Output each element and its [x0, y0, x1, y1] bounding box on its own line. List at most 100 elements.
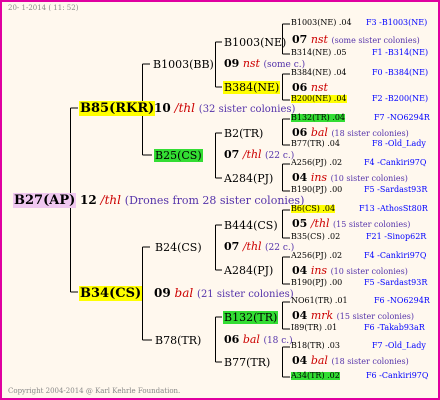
- gen4-top-sire: F0 -B384(NE): [372, 68, 429, 77]
- gen3-queen-d2[interactable]: B77(TR): [223, 356, 271, 369]
- gen4-bottom-sire: F21 -Sinop62R: [366, 232, 427, 241]
- gen3-queen-a2[interactable]: B384(NE): [223, 81, 281, 94]
- gen4-year: 06: [292, 126, 308, 139]
- gen4-year: 04: [292, 309, 308, 322]
- gen2-c-mating-info: 07 /thl (22 c.): [224, 241, 294, 253]
- gen4-bottom-sire: F2 -B200(NE): [372, 94, 429, 103]
- gen4-note: (some sister colonies): [331, 36, 420, 45]
- gen3-queen-c2[interactable]: A284(PJ): [223, 264, 274, 277]
- gen3-queen-c1[interactable]: B444(CS): [223, 219, 279, 232]
- gen4-note: (15 sister colonies): [333, 220, 411, 229]
- gen2-queen-d[interactable]: B78(TR): [154, 334, 202, 347]
- gen4-bottom-queen[interactable]: B200(NE) .04: [291, 95, 347, 103]
- gen4-year: 04: [292, 354, 308, 367]
- gen4-station: nst: [310, 33, 328, 46]
- gen4-year: 06: [292, 81, 308, 94]
- gen4-mating-info: 07 nst (some sister colonies): [292, 34, 420, 45]
- gen4-top-sire: F7 -NO6294R: [374, 113, 430, 122]
- gen4-top-queen[interactable]: B384(NE) .04: [291, 69, 347, 77]
- gen2-b-note: (22 c.): [265, 151, 295, 161]
- dam-sister-note: (21 sister colonies): [197, 289, 294, 300]
- sire-mating-info: 10 /thl (32 sister colonies): [154, 102, 295, 115]
- gen2-b-station: /thl: [242, 148, 262, 161]
- gen4-station: mrk: [310, 309, 334, 322]
- gen4-bottom-queen[interactable]: B77(TR) .04: [291, 140, 340, 148]
- gen3-queen-b2[interactable]: A284(PJ): [223, 172, 274, 185]
- gen4-top-queen[interactable]: A256(PJ) .02: [291, 159, 342, 167]
- gen4-bottom-queen[interactable]: B314(NE) .05: [291, 49, 347, 57]
- gen4-bottom-queen[interactable]: B35(CS) .02: [291, 233, 340, 241]
- gen4-bottom-queen[interactable]: I89(TR) .01: [291, 324, 337, 332]
- gen4-station: ins: [310, 171, 328, 184]
- gen4-mating-info: 04 bal (18 sister colonies): [292, 355, 409, 366]
- gen4-year: 04: [292, 264, 308, 277]
- gen4-top-sire: F4 -Cankiri97Q: [364, 251, 427, 260]
- gen4-station: nst: [310, 81, 328, 94]
- gen4-year: 05: [292, 217, 308, 230]
- gen4-note: (10 sister colonies): [330, 174, 408, 183]
- gen4-top-queen[interactable]: NO61(TR) .01: [291, 297, 348, 305]
- gen4-bottom-queen[interactable]: A34(TR) .02: [291, 372, 340, 380]
- gen4-station: bal: [310, 354, 328, 367]
- gen2-c-note: (22 c.): [265, 243, 295, 253]
- gen4-top-sire: F4 -Cankiri97Q: [364, 158, 427, 167]
- gen4-bottom-sire: F8 -Old_Lady: [372, 139, 426, 148]
- root-mating-info: 12 /thl (Drones from 28 sister colonies): [80, 194, 304, 206]
- gen2-queen-b[interactable]: B25(CS): [154, 149, 203, 162]
- gen4-top-queen[interactable]: A256(PJ) .02: [291, 252, 342, 260]
- dam-queen[interactable]: B34(CS): [79, 286, 143, 301]
- dam-year: 09: [154, 286, 171, 300]
- gen4-mating-info: 06 nst: [292, 82, 328, 93]
- gen4-top-queen[interactable]: B1003(NE) .04: [291, 19, 352, 27]
- gen4-top-sire: F6 -NO6294R: [374, 296, 430, 305]
- sire-year: 10: [154, 101, 171, 115]
- gen4-mating-info: 05 /thl (15 sister colonies): [292, 218, 410, 229]
- gen4-bottom-sire: F6 -Takab93aR: [364, 323, 425, 332]
- gen4-note: (10 sister colonies): [330, 267, 408, 276]
- gen2-b-mating-info: 07 /thl (22 c.): [224, 149, 294, 161]
- gen2-c-station: /thl: [242, 240, 262, 253]
- gen4-note: (15 sister colonies): [336, 312, 414, 321]
- pedigree-frame: 20- 1-2014 ( 11: 52) Copyright 2004-2014…: [0, 0, 440, 400]
- gen4-station: /thl: [310, 217, 330, 230]
- gen2-c-year: 07: [224, 240, 240, 253]
- gen4-bottom-queen[interactable]: B190(PJ) .00: [291, 186, 342, 194]
- gen3-queen-a1[interactable]: B1003(NE): [223, 36, 287, 49]
- sire-sister-note: (32 sister colonies): [198, 104, 296, 115]
- gen2-d-year: 06: [224, 333, 240, 346]
- gen4-bottom-sire: F6 -Cankiri97Q: [366, 371, 429, 380]
- gen4-year: 04: [292, 171, 308, 184]
- gen2-queen-c[interactable]: B24(CS): [154, 241, 203, 254]
- gen3-queen-d1[interactable]: B132(TR): [223, 311, 279, 324]
- gen4-mating-info: 04 ins (10 sister colonies): [292, 172, 408, 183]
- gen2-queen-a[interactable]: B1003(BB): [152, 58, 215, 71]
- root-year: 12: [80, 193, 97, 207]
- root-drone-note: (Drones from 28 sister colonies): [124, 194, 305, 207]
- gen4-top-queen[interactable]: B132(TR) .04: [291, 114, 346, 122]
- gen2-d-station: bal: [242, 333, 260, 346]
- gen2-b-year: 07: [224, 148, 240, 161]
- gen4-mating-info: 04 ins (10 sister colonies): [292, 265, 408, 276]
- gen4-top-sire: F7 -Old_Lady: [372, 341, 426, 350]
- gen4-top-queen[interactable]: B6(CS) .04: [291, 205, 336, 213]
- gen4-station: bal: [310, 126, 328, 139]
- gen4-bottom-queen[interactable]: B190(PJ) .00: [291, 279, 342, 287]
- gen4-note: (18 sister colonies): [331, 357, 409, 366]
- gen4-mating-info: 06 bal (18 sister colonies): [292, 127, 409, 138]
- root-mating-station: /thl: [100, 193, 121, 207]
- gen4-top-sire: F13 -AthosSt80R: [359, 204, 428, 213]
- dam-mating-info: 09 bal (21 sister colonies): [154, 287, 294, 300]
- sire-mating-station: /thl: [174, 101, 195, 115]
- gen2-a-station: nst: [242, 57, 260, 70]
- gen4-station: ins: [310, 264, 328, 277]
- gen2-d-mating-info: 06 bal (18 c.): [224, 334, 293, 346]
- gen4-bottom-sire: F5 -Sardast93R: [364, 278, 428, 287]
- gen4-top-sire: F3 -B1003(NE): [366, 18, 428, 27]
- gen4-top-queen[interactable]: B18(TR) .03: [291, 342, 340, 350]
- dam-mating-station: bal: [174, 286, 194, 300]
- gen4-year: 07: [292, 33, 308, 46]
- gen3-queen-b1[interactable]: B2(TR): [223, 127, 264, 140]
- gen4-note: (18 sister colonies): [331, 129, 409, 138]
- sire-queen[interactable]: B85(RKR): [79, 101, 156, 116]
- queen-root[interactable]: B27(AP): [13, 193, 77, 208]
